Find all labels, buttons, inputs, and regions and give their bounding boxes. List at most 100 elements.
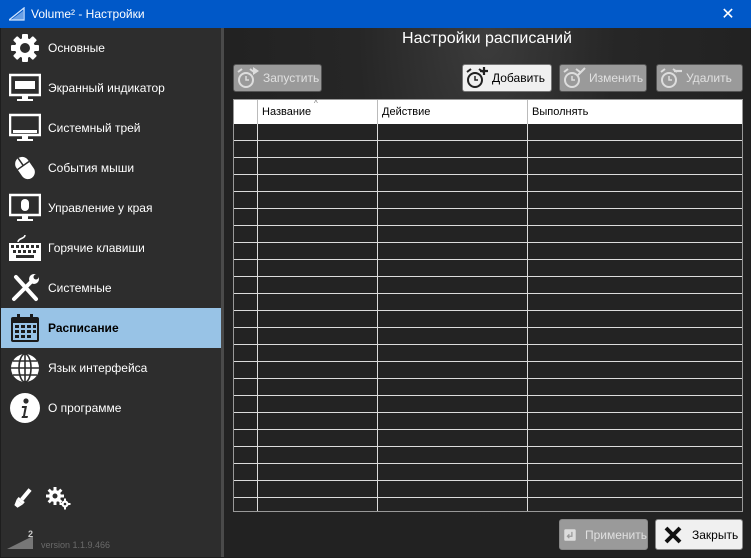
table-row[interactable] [234, 124, 742, 141]
window-title: Volume² - Настройки [31, 7, 145, 21]
sidebar-item-interface-language[interactable]: Язык интерфейса [1, 348, 221, 388]
table-row[interactable] [234, 464, 742, 481]
table-cell [378, 311, 528, 327]
table-row[interactable] [234, 277, 742, 294]
table-cell [258, 362, 378, 378]
sidebar-item-about[interactable]: О программе [1, 388, 221, 428]
table-row[interactable] [234, 192, 742, 209]
table-cell [378, 124, 528, 140]
add-button[interactable]: Добавить [462, 64, 552, 92]
table-row[interactable] [234, 413, 742, 430]
table-row[interactable] [234, 362, 742, 379]
sort-ascending-icon: ^ [314, 99, 318, 108]
table-cell [378, 294, 528, 310]
table-cell [378, 277, 528, 293]
table-cell [378, 413, 528, 429]
table-cell [258, 328, 378, 344]
table-cell [258, 311, 378, 327]
table-row[interactable] [234, 158, 742, 175]
table-row[interactable] [234, 294, 742, 311]
sidebar-item-label: Язык интерфейса [48, 361, 148, 375]
table-cell [378, 175, 528, 191]
table-cell [528, 260, 742, 276]
table-row[interactable] [234, 243, 742, 260]
table-cell [258, 243, 378, 259]
table-cell [528, 226, 742, 242]
table-cell [234, 294, 258, 310]
sidebar-item-screen-indicator[interactable]: Экранный индикатор [1, 68, 221, 108]
brush-icon[interactable] [11, 486, 35, 513]
monitor-indicator-icon [8, 72, 42, 104]
table-cell [528, 447, 742, 463]
table-cell [258, 498, 378, 511]
settings-gears-icon[interactable] [45, 486, 71, 513]
system-tray-icon [8, 112, 42, 144]
apply-label: Применить [584, 527, 647, 542]
close-label: Закрыть [692, 527, 739, 542]
table-cell [528, 141, 742, 157]
table-cell [258, 141, 378, 157]
table-cell [234, 464, 258, 480]
table-cell [378, 226, 528, 242]
table-row[interactable] [234, 209, 742, 226]
table-cell [378, 243, 528, 259]
table-row[interactable] [234, 498, 742, 511]
sidebar-item-system[interactable]: Системные [1, 268, 221, 308]
column-header-select[interactable] [234, 100, 258, 124]
table-cell [234, 192, 258, 208]
table-cell [258, 294, 378, 310]
schedule-panel: Настройки расписаний Запустить Добавить … [224, 28, 750, 557]
table-row[interactable] [234, 379, 742, 396]
table-cell [234, 430, 258, 446]
delete-button[interactable]: Удалить [656, 64, 743, 92]
mouse-icon [8, 152, 42, 184]
table-row[interactable] [234, 481, 742, 498]
table-cell [528, 362, 742, 378]
table-cell [528, 396, 742, 412]
table-cell [528, 464, 742, 480]
sidebar-item-edge-control[interactable]: Управление у края [1, 188, 221, 228]
table-row[interactable] [234, 345, 742, 362]
edit-label: Изменить [589, 71, 644, 85]
table-cell [258, 430, 378, 446]
run-button[interactable]: Запустить [233, 64, 322, 92]
table-cell [378, 345, 528, 361]
close-button[interactable]: Закрыть [655, 519, 743, 550]
table-row[interactable] [234, 260, 742, 277]
table-cell [528, 294, 742, 310]
sidebar-item-label: Системный трей [48, 121, 141, 135]
schedule-table[interactable]: ^ Название Действие Выполнять [233, 99, 743, 512]
table-row[interactable] [234, 447, 742, 464]
table-cell [234, 481, 258, 497]
table-row[interactable] [234, 141, 742, 158]
apply-button[interactable]: Применить [559, 519, 648, 550]
table-row[interactable] [234, 328, 742, 345]
table-cell [528, 328, 742, 344]
table-row[interactable] [234, 430, 742, 447]
app-logo-icon [9, 7, 25, 21]
sidebar-item-general[interactable]: Основные [1, 28, 221, 68]
table-cell [378, 209, 528, 225]
column-header-execute[interactable]: Выполнять [528, 100, 742, 124]
table-row[interactable] [234, 226, 742, 243]
table-row[interactable] [234, 396, 742, 413]
sidebar-item-schedule[interactable]: Расписание [1, 308, 221, 348]
close-window-button[interactable]: ✕ [705, 0, 751, 28]
app-logo: 2 [7, 528, 39, 553]
table-cell [528, 175, 742, 191]
alarm-play-icon [237, 67, 259, 88]
table-cell [258, 260, 378, 276]
edit-button[interactable]: Изменить [559, 64, 647, 92]
table-cell [378, 396, 528, 412]
column-header-name[interactable]: ^ Название [258, 100, 378, 124]
sidebar-item-hotkeys[interactable]: Горячие клавиши [1, 228, 221, 268]
table-cell [528, 481, 742, 497]
table-row[interactable] [234, 175, 742, 192]
table-cell [258, 226, 378, 242]
edge-control-icon [8, 192, 42, 224]
column-header-action[interactable]: Действие [378, 100, 528, 124]
sidebar-item-system-tray[interactable]: Системный трей [1, 108, 221, 148]
table-cell [258, 175, 378, 191]
table-row[interactable] [234, 311, 742, 328]
sidebar-item-mouse-events[interactable]: События мыши [1, 148, 221, 188]
